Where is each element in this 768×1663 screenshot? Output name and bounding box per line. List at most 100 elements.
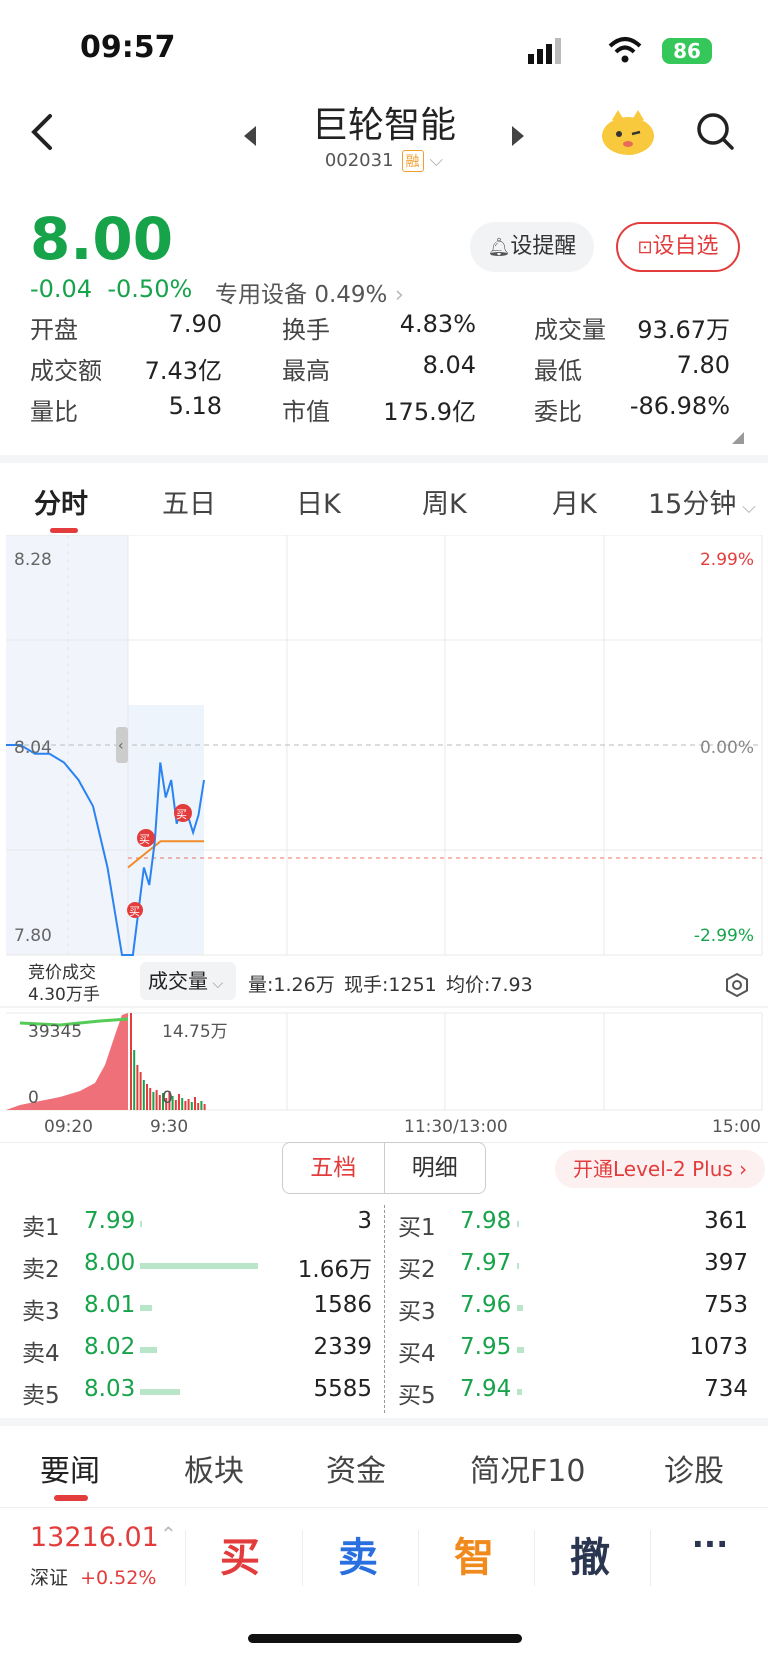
ask-volume-bar [140, 1221, 142, 1227]
svg-text:买: 买 [139, 833, 150, 846]
buy-button[interactable]: 买 [190, 1525, 290, 1583]
vol-right-max: 14.75万 [162, 1022, 228, 1042]
buy-marker-3: 买 [174, 804, 192, 822]
divider [0, 1507, 768, 1508]
search-icon[interactable] [696, 112, 736, 152]
set-alert-button[interactable]: 🔔︎设提醒 [470, 222, 594, 272]
tab-15min[interactable]: 15分钟 ⌵ [648, 482, 756, 521]
tab-daily-k[interactable]: 日K [296, 482, 341, 521]
settings-icon[interactable] [724, 972, 750, 998]
current-price: 8.00 [30, 205, 174, 273]
x-label-1500: 15:00 [712, 1117, 761, 1137]
bid-volume-bar [517, 1221, 520, 1227]
chat-icon: ⊡ [637, 237, 653, 258]
more-button[interactable]: ··· [660, 1525, 760, 1563]
section-divider [0, 1418, 768, 1426]
stat-label: 市值 [282, 398, 330, 426]
vol-right-min: 0 [162, 1088, 173, 1108]
signal-icon [528, 38, 561, 64]
volume-bar [136, 1065, 139, 1110]
bid-quantity: 734 [704, 1376, 748, 1402]
chevron-down-icon: ⌵ [736, 497, 756, 518]
tab-intraday[interactable]: 分时 [34, 482, 88, 521]
divider [418, 1530, 419, 1586]
x-label-midday: 11:30/13:00 [404, 1117, 508, 1137]
volume-bar [203, 1104, 206, 1110]
tab-news[interactable]: 要闻 [40, 1446, 100, 1490]
volume-select-label: 成交量 [148, 969, 208, 993]
stat-value: 175.9亿 [383, 398, 476, 426]
volume-bar [142, 1080, 145, 1110]
sector-link[interactable]: 专用设备 0.49% › [215, 275, 404, 309]
stat-value: -86.98% [629, 392, 730, 420]
smart-button[interactable]: 智 [424, 1525, 524, 1583]
auction-value: 4.30万手 [28, 985, 100, 1005]
volume-bar [197, 1103, 200, 1110]
volume-bar [200, 1101, 203, 1110]
stat-value: 5.18 [168, 392, 222, 420]
wifi-icon [608, 37, 642, 63]
orderbook-tabs: 五档 明细 [282, 1142, 486, 1194]
change-percent: -0.50% [107, 275, 193, 303]
x-label-0930: 9:30 [150, 1117, 188, 1137]
ask-volume-bar [140, 1305, 152, 1311]
divider [302, 1530, 303, 1586]
divider [650, 1530, 651, 1586]
add-favorite-label: 设自选 [652, 234, 719, 259]
buy-marker-1: 买 [127, 902, 143, 918]
mascot-icon[interactable] [600, 108, 656, 156]
stock-code: 002031 [324, 150, 394, 171]
tab-weekly-k[interactable]: 周K [422, 482, 467, 521]
stat-value: 93.67万 [637, 316, 730, 344]
auction-label: 竞价成交 [28, 963, 96, 983]
home-indicator [248, 1634, 522, 1643]
tab-monthly-k[interactable]: 月K [552, 482, 597, 521]
volume-indicator-select[interactable]: 成交量 ⌵ [140, 962, 236, 1000]
sector-name: 专用设备 [215, 282, 307, 308]
chevron-down-icon: ⌵ [429, 150, 444, 171]
index-name: 深证 [30, 1567, 69, 1589]
vol-left-min: 0 [28, 1088, 39, 1108]
volume-bar [149, 1088, 152, 1110]
tab-trade-detail[interactable]: 明细 [385, 1143, 486, 1193]
sector-percent: 0.49% [314, 282, 388, 308]
chevron-up-icon[interactable]: ⌃ [160, 1522, 177, 1546]
volume-bar [190, 1102, 193, 1110]
tab-five-levels[interactable]: 五档 [283, 1143, 385, 1193]
cancel-order-button[interactable]: 撤 [540, 1525, 640, 1583]
margin-badge: 融 [401, 150, 424, 172]
battery-indicator: 86 [662, 38, 712, 64]
tab-sector[interactable]: 板块 [184, 1446, 244, 1490]
vol-left-max: 39345 [28, 1022, 82, 1042]
bid-volume-bar [517, 1347, 525, 1353]
pct-label-bottom: -2.99% [694, 926, 754, 946]
sell-button[interactable]: 卖 [308, 1525, 408, 1583]
stat-value: 4.83% [399, 310, 476, 338]
tab-capital[interactable]: 资金 [326, 1446, 386, 1490]
intraday-chart[interactable]: ‹ 买 买 买 8.28 8.04 7.80 2.99% 0.00% -2.99… [0, 535, 768, 1140]
set-alert-label: 设提醒 [510, 234, 577, 259]
bid-volume-bar [517, 1389, 522, 1395]
index-info: 深证 +0.52% [30, 1563, 156, 1590]
stat-value: 7.43亿 [144, 357, 222, 385]
section-divider [0, 455, 768, 463]
add-favorite-button[interactable]: ⊡设自选 [616, 222, 740, 272]
stat-label: 成交量 [534, 316, 606, 344]
active-tab-indicator [54, 1495, 88, 1501]
bid-price: 7.94 [460, 1376, 512, 1402]
index-value[interactable]: 13216.01 [30, 1522, 159, 1553]
expand-corner-icon[interactable] [732, 432, 744, 444]
collapse-arrow-icon: ‹ [118, 738, 124, 754]
tab-five-day[interactable]: 五日 [162, 482, 216, 521]
level2-label: 开通Level-2 Plus [573, 1157, 733, 1181]
tab-f10[interactable]: 简况F10 [470, 1446, 585, 1490]
volume-value: 量:1.26万 [248, 974, 335, 996]
y-label-bottom: 7.80 [14, 926, 52, 946]
stat-label: 委比 [534, 398, 582, 426]
tab-diagnosis[interactable]: 诊股 [664, 1446, 724, 1490]
ask-volume-bar [140, 1263, 258, 1269]
divider [534, 1530, 535, 1586]
ask-quantity: 5585 [313, 1376, 372, 1402]
level2-upgrade-button[interactable]: 开通Level-2 Plus › [555, 1150, 765, 1188]
next-stock-icon[interactable] [508, 124, 528, 148]
